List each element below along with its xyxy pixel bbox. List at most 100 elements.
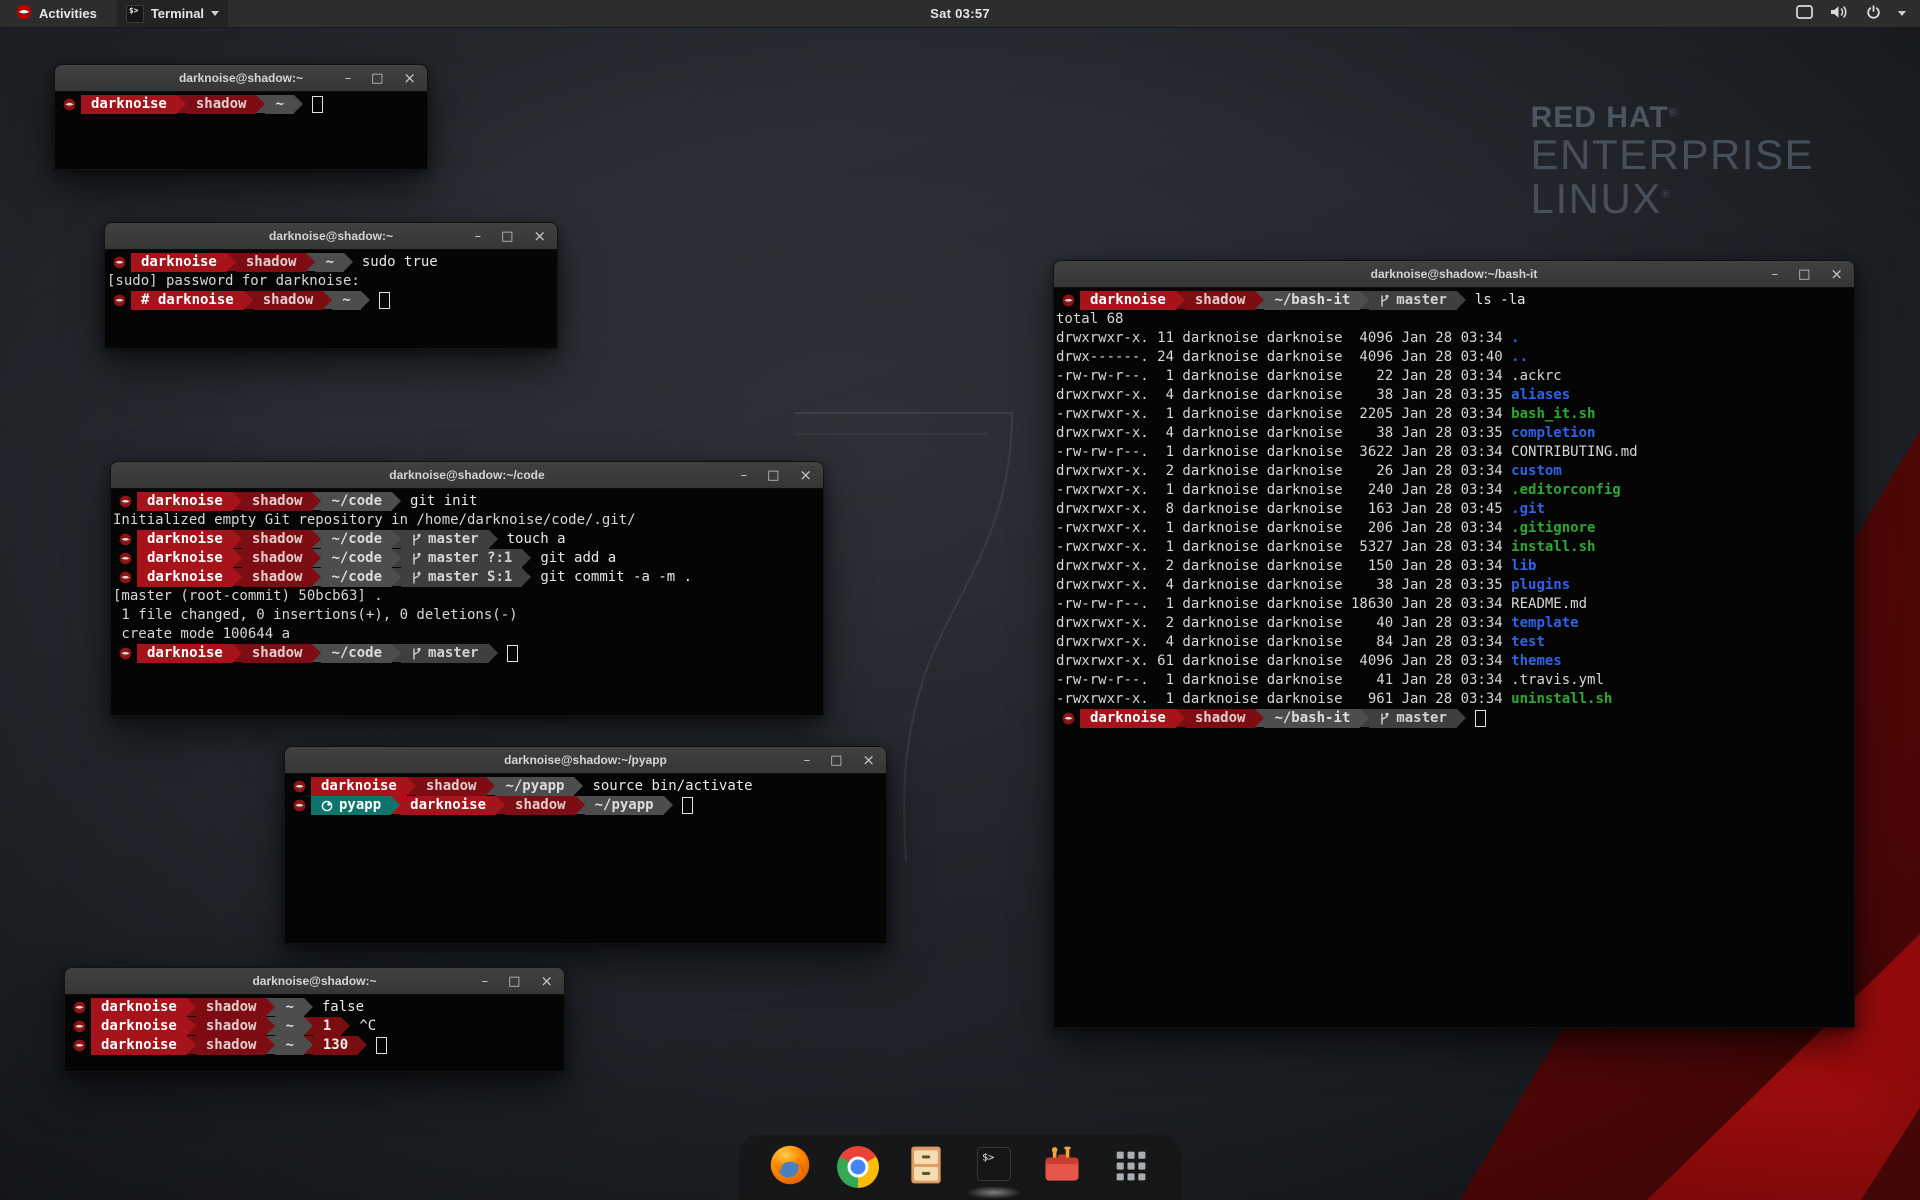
prompt-segment-host: shadow <box>186 95 257 114</box>
clock[interactable]: Sat 03:57 <box>930 6 990 21</box>
prompt-segment-text: shadow <box>252 492 303 511</box>
command-text: git init <box>410 492 477 511</box>
dock-item-app-grid[interactable] <box>1107 1144 1153 1190</box>
ls-columns: drwxrwxr-x. 4 darknoise darknoise 38 Jan… <box>1056 425 1511 441</box>
redhat-prompt-icon <box>67 1017 91 1036</box>
ls-columns: -rw-rw-r--. 1 darknoise darknoise 41 Jan… <box>1056 672 1511 688</box>
close-button[interactable]: × <box>1830 268 1843 281</box>
prompt-segment-text: master <box>1396 709 1447 728</box>
close-button[interactable]: × <box>862 754 875 767</box>
window-title: darknoise@shadow:~/pyapp <box>504 753 667 767</box>
maximize-button[interactable]: □ <box>830 754 842 767</box>
dock-item-toolbox[interactable] <box>1039 1144 1085 1190</box>
maximize-button[interactable]: □ <box>508 975 520 988</box>
dock-item-chrome[interactable] <box>835 1144 881 1190</box>
window-title: darknoise@shadow:~ <box>179 71 303 85</box>
dock-item-files[interactable] <box>903 1144 949 1190</box>
chevron-down-icon <box>211 11 219 16</box>
window-titlebar[interactable]: darknoise@shadow:~ – □ × <box>55 65 427 92</box>
terminal-content[interactable]: darknoiseshadow~/pyappsource bin/activat… <box>285 774 886 944</box>
app-menu-terminal[interactable]: $> Terminal <box>117 0 228 27</box>
ls-columns: drwxrwxr-x. 4 darknoise darknoise 38 Jan… <box>1056 387 1511 403</box>
terminal-content[interactable]: darknoiseshadow~falsedarknoiseshadow~1^C… <box>65 995 564 1072</box>
terminal-home-1[interactable]: darknoise@shadow:~ – □ × darknoise shadow ~ <box>54 64 428 170</box>
minimize-button[interactable]: – <box>482 975 489 988</box>
powerline-separator-icon <box>576 796 585 814</box>
terminal-content[interactable]: darknoiseshadow~/bash-itmasterls -latota… <box>1054 288 1854 1028</box>
dock-item-terminal[interactable]: $> <box>971 1144 1017 1190</box>
terminal-prompt-line: darknoiseshadow~/codemastertouch a <box>113 530 823 549</box>
volume-icon[interactable] <box>1830 5 1849 22</box>
ls-row: drwxrwxr-x. 4 darknoise darknoise 84 Jan… <box>1056 633 1854 652</box>
prompt-segment-host: shadow <box>242 492 313 511</box>
prompt-segment-text: ~/pyapp <box>595 796 654 815</box>
terminal-cursor <box>1475 710 1486 727</box>
terminal-content[interactable]: darknoiseshadow~sudo true[sudo] password… <box>105 250 557 349</box>
prompt-segment-path: ~ <box>275 998 303 1017</box>
terminal-content[interactable]: darknoiseshadow~/codegit initInitialized… <box>111 489 823 716</box>
powerline-separator-icon <box>486 777 495 795</box>
terminal-pyapp[interactable]: darknoise@shadow:~/pyapp – □ × darknoiseshad… <box>284 746 887 944</box>
minimize-button[interactable]: – <box>475 230 482 243</box>
window-titlebar[interactable]: darknoise@shadow:~/pyapp – □ × <box>285 747 886 774</box>
prompt-segment-text: master ?:1 <box>428 549 512 568</box>
display-icon[interactable] <box>1796 5 1813 22</box>
close-button[interactable]: × <box>799 469 812 482</box>
window-titlebar[interactable]: darknoise@shadow:~/code–□× <box>111 462 823 489</box>
prompt-segment-path: ~/code <box>321 644 392 663</box>
terminal-content[interactable]: darknoise shadow ~ <box>55 92 427 170</box>
close-button[interactable]: × <box>533 230 546 243</box>
window-titlebar[interactable]: darknoise@shadow:~–□× <box>65 968 564 995</box>
minimize-button[interactable]: – <box>741 469 748 482</box>
powerline-separator-icon <box>306 253 315 271</box>
powerline-separator-icon <box>1457 709 1466 727</box>
redhat-prompt-icon <box>113 530 137 549</box>
powerline-separator-icon <box>1255 709 1264 727</box>
close-button[interactable]: × <box>403 72 416 85</box>
redhat-prompt-icon <box>107 253 131 272</box>
terminal-home-sudo[interactable]: darknoise@shadow:~–□×darknoiseshadow~sud… <box>104 222 558 349</box>
prompt-segment-text: darknoise <box>410 796 486 815</box>
ls-columns: drwxrwxr-x. 2 darknoise darknoise 26 Jan… <box>1056 463 1511 479</box>
close-button[interactable]: × <box>540 975 553 988</box>
minimize-button[interactable]: – <box>804 754 811 767</box>
redhat-prompt-icon <box>67 998 91 1017</box>
powerline-separator-icon <box>341 1017 350 1035</box>
power-icon[interactable] <box>1866 5 1881 23</box>
command-text: touch a <box>507 530 566 549</box>
minimize-button[interactable]: – <box>345 72 352 85</box>
git-branch-icon <box>411 552 422 566</box>
minimize-button[interactable]: – <box>1772 268 1779 281</box>
prompt-segment-text: ~ <box>275 95 283 114</box>
activities-button[interactable]: Activities <box>10 0 103 27</box>
powerline-separator-icon <box>187 1017 196 1035</box>
prompt-segment-text: shadow <box>263 291 314 310</box>
rhel-logo-line1: RED HAT® <box>1531 102 1814 133</box>
window-titlebar[interactable]: darknoise@shadow:~/bash-it – □ × <box>1054 261 1854 288</box>
powerline-separator-icon <box>392 568 401 586</box>
ls-row: drwxrwxr-x. 4 darknoise darknoise 38 Jan… <box>1056 424 1854 443</box>
window-controls: – □ × <box>475 223 546 249</box>
ls-columns: -rw-rw-r--. 1 darknoise darknoise 3622 J… <box>1056 444 1511 460</box>
ls-row: -rw-rw-r--. 1 darknoise darknoise 3622 J… <box>1056 443 1854 462</box>
dock-item-firefox[interactable] <box>767 1144 813 1190</box>
chevron-down-icon[interactable] <box>1898 11 1906 16</box>
ls-row: drwxrwxr-x. 4 darknoise darknoise 38 Jan… <box>1056 576 1854 595</box>
window-titlebar[interactable]: darknoise@shadow:~–□× <box>105 223 557 250</box>
maximize-button[interactable]: □ <box>1798 268 1810 281</box>
maximize-button[interactable]: □ <box>371 72 383 85</box>
app-menu-label: Terminal <box>151 6 204 21</box>
prompt-segment-user: darknoise <box>81 95 177 114</box>
maximize-button[interactable]: □ <box>767 469 779 482</box>
system-status-area[interactable] <box>1796 0 1920 27</box>
prompt-segment-git: master <box>1369 709 1457 728</box>
command-text: sudo true <box>362 253 438 272</box>
redhat-prompt-icon <box>113 549 137 568</box>
terminal-bash-it[interactable]: darknoise@shadow:~/bash-it – □ × darknoisesh… <box>1053 260 1855 1028</box>
maximize-button[interactable]: □ <box>501 230 513 243</box>
terminal-home-exit[interactable]: darknoise@shadow:~–□×darknoiseshadow~fal… <box>64 967 565 1072</box>
ls-filename: template <box>1511 615 1578 631</box>
window-title: darknoise@shadow:~/bash-it <box>1371 267 1538 281</box>
powerline-separator-icon <box>312 549 321 567</box>
terminal-code[interactable]: darknoise@shadow:~/code–□×darknoiseshado… <box>110 461 824 716</box>
